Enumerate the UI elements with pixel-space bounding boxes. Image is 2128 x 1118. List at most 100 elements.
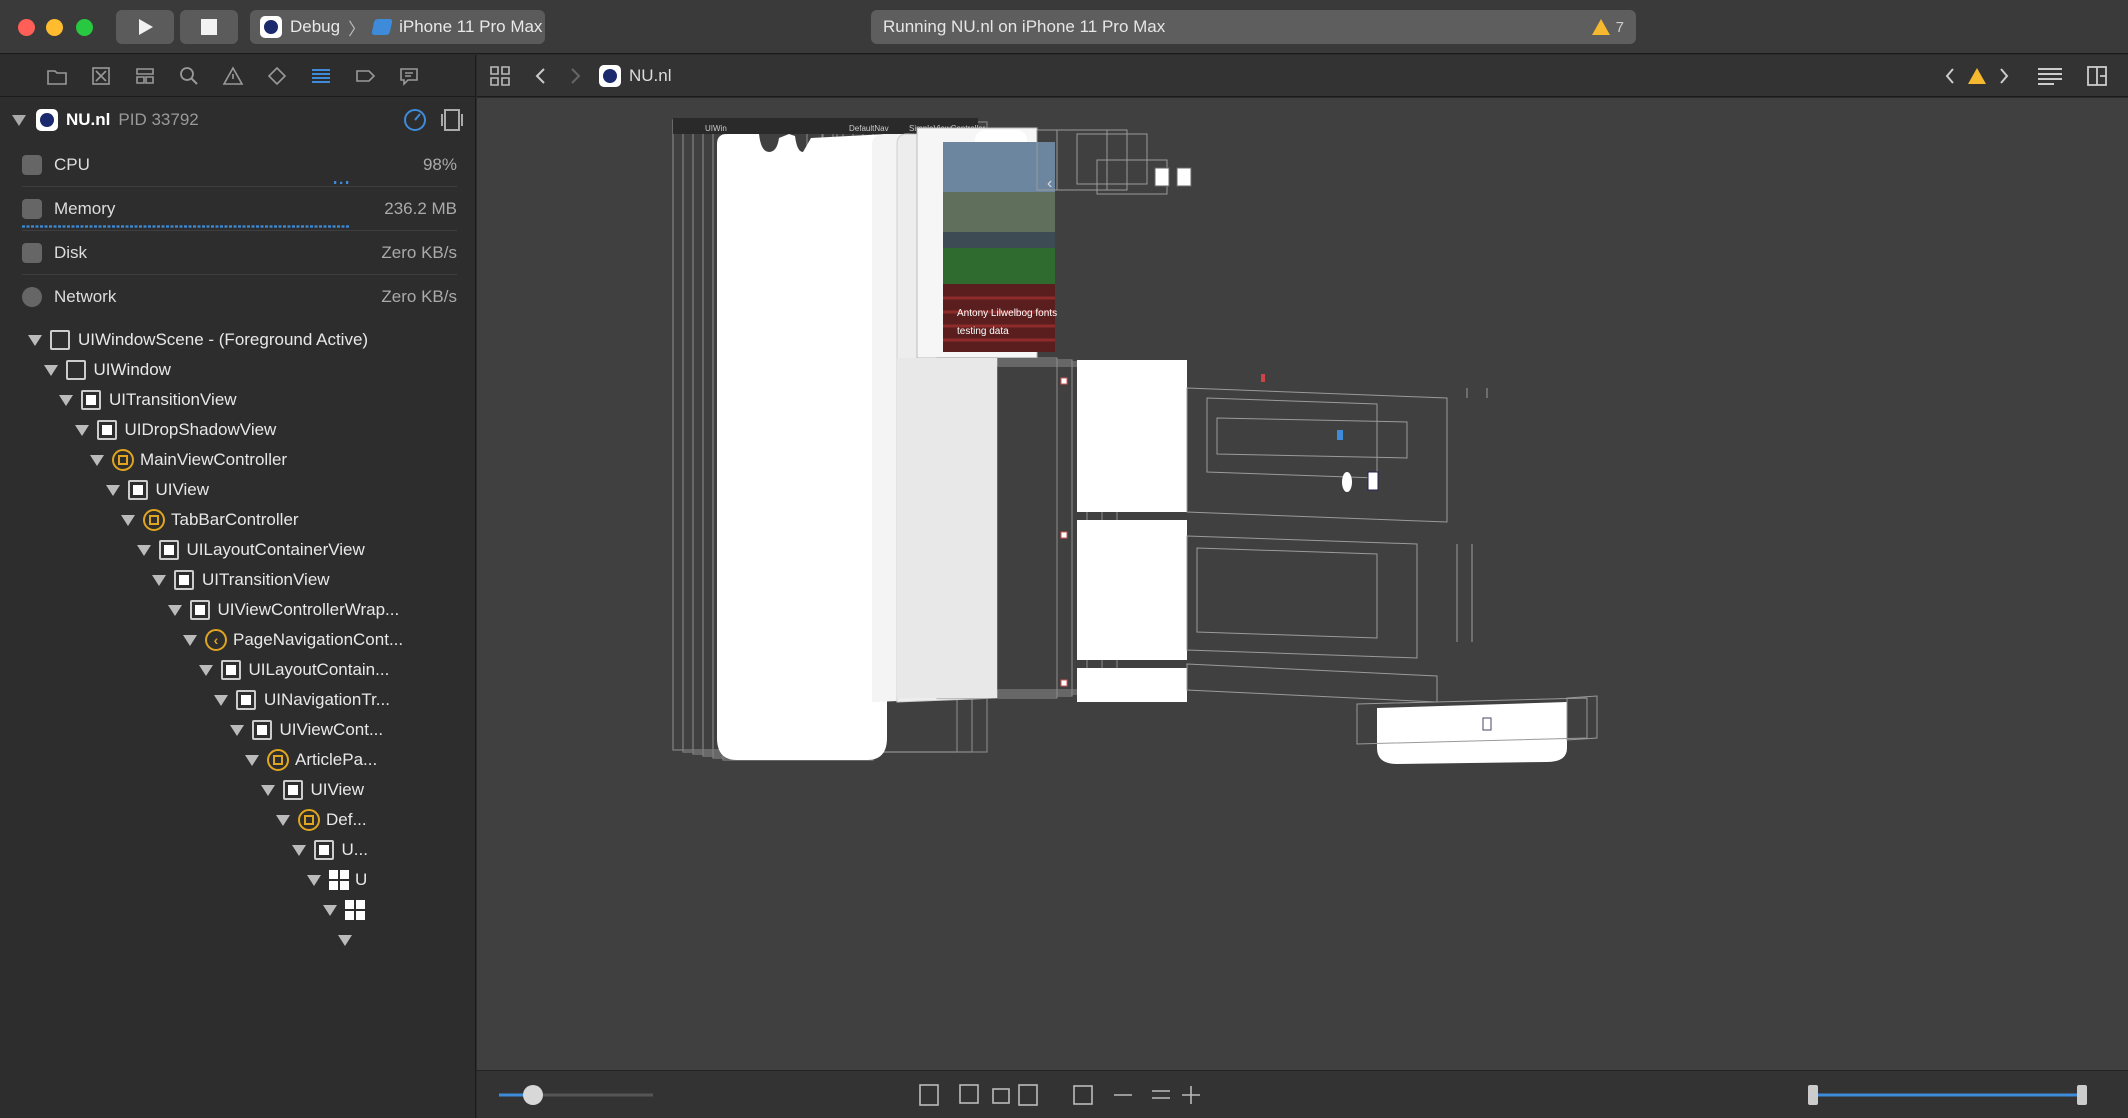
report-navigator-tab[interactable] [398, 66, 420, 86]
clip-contents-icon[interactable] [919, 1084, 939, 1106]
network-gauge[interactable]: Network Zero KB/s [22, 275, 457, 319]
hierarchy-node[interactable]: UIView [0, 475, 460, 505]
stop-button[interactable] [180, 10, 238, 44]
next-issue-icon[interactable] [1998, 66, 2010, 86]
range-slider-end-thumb[interactable] [2077, 1085, 2087, 1105]
disk-gauge[interactable]: Disk Zero KB/s [22, 231, 457, 275]
scheme-selector[interactable]: Debug 〉 iPhone 11 Pro Max [250, 10, 545, 44]
previous-issue-icon[interactable] [1944, 66, 1956, 86]
disclosure-triangle-icon[interactable] [338, 934, 352, 946]
breakpoint-navigator-tab[interactable] [354, 66, 376, 86]
hierarchy-node[interactable]: UINavigationTr... [0, 685, 460, 715]
close-window-button[interactable] [18, 19, 35, 36]
hierarchy-node[interactable]: Def... [0, 805, 460, 835]
cell-layer[interactable] [1077, 360, 1187, 512]
disclosure-triangle-icon[interactable] [28, 334, 42, 346]
hierarchy-node[interactable]: UIWindow [0, 355, 460, 385]
disclosure-triangle-icon[interactable] [136, 544, 151, 556]
hierarchy-node[interactable]: UITransitionView [0, 565, 460, 595]
disclosure-triangle-icon[interactable] [307, 874, 321, 886]
hierarchy-node[interactable]: UIDropShadowView [0, 415, 460, 445]
disclosure-triangle-icon[interactable] [198, 664, 213, 676]
hierarchy-node-label: UIViewControllerWrap... [217, 600, 400, 619]
hierarchy-node-label: ArticlePa... [295, 750, 378, 769]
tab-bar-layer[interactable] [1377, 702, 1567, 764]
cell-layer[interactable] [1077, 520, 1187, 660]
disclosure-triangle-icon[interactable] [90, 454, 104, 466]
hierarchy-node[interactable]: UILayoutContainerView [0, 535, 460, 565]
gauge-icon[interactable] [403, 108, 427, 132]
constraints-icon[interactable] [959, 1084, 979, 1104]
toggle-layer [1342, 472, 1352, 492]
warnings-indicator[interactable]: 7 [1591, 19, 1624, 36]
disclosure-triangle-icon[interactable] [121, 514, 135, 526]
disclosure-triangle-icon[interactable] [12, 114, 26, 126]
cell-layer[interactable] [1077, 668, 1187, 702]
project-navigator-tab[interactable] [46, 66, 68, 86]
view-debugger-canvas[interactable]: UIWin DefaultNav SimpleViewController An… [477, 98, 2128, 1070]
adjust-view-mode-icon[interactable] [992, 1088, 1010, 1104]
root-view-layer[interactable] [717, 134, 887, 760]
disclosure-triangle-icon[interactable] [245, 754, 259, 766]
related-items-icon[interactable] [489, 65, 511, 87]
minimize-window-button[interactable] [46, 19, 63, 36]
disclosure-triangle-icon[interactable] [167, 604, 182, 616]
hierarchy-node-label: Def... [326, 810, 367, 829]
add-editor-icon[interactable] [2086, 65, 2108, 87]
disclosure-triangle-icon[interactable] [74, 424, 89, 436]
editor-options-icon[interactable] [2036, 66, 2064, 86]
spacing-slider-thumb[interactable] [523, 1085, 543, 1105]
source-control-tab[interactable] [90, 66, 112, 86]
process-row[interactable]: NU.nl PID 33792 [0, 97, 475, 143]
scroll-view-layer[interactable] [897, 358, 997, 698]
debug-navigator-tab[interactable] [310, 66, 332, 86]
hierarchy-node[interactable]: TabBarController [0, 505, 460, 535]
disclosure-triangle-icon[interactable] [43, 364, 58, 376]
back-chevron-icon[interactable] [533, 66, 549, 86]
hierarchy-node[interactable]: UIWindowScene - (Foreground Active) [0, 325, 460, 355]
run-button[interactable] [116, 10, 174, 44]
article-image[interactable] [943, 142, 1055, 352]
hierarchy-node[interactable] [0, 895, 460, 925]
forward-chevron-icon[interactable] [567, 66, 583, 86]
cpu-gauge[interactable]: CPU 98% [22, 143, 457, 187]
test-navigator-tab[interactable] [266, 66, 288, 86]
disclosure-triangle-icon[interactable] [260, 784, 275, 796]
disclosure-triangle-icon[interactable] [59, 394, 73, 406]
gauge-label: CPU [54, 154, 90, 174]
warning-icon[interactable] [1968, 67, 1986, 84]
hierarchy-node[interactable]: ArticlePa... [0, 745, 460, 775]
hierarchy-node[interactable]: U [0, 865, 460, 895]
disclosure-triangle-icon[interactable] [322, 904, 337, 916]
hierarchy-node[interactable]: UITransitionView [0, 385, 460, 415]
layout-grid-icon[interactable] [1073, 1085, 1093, 1105]
disclosure-triangle-icon[interactable] [291, 844, 306, 856]
breadcrumb-app[interactable]: NU.nl [629, 66, 672, 86]
hierarchy-node[interactable]: UIViewControllerWrap... [0, 595, 460, 625]
disclosure-triangle-icon[interactable] [229, 724, 244, 736]
disclosure-triangle-icon[interactable] [152, 574, 166, 586]
hierarchy-node[interactable]: ‹ PageNavigationCont... [0, 625, 460, 655]
zoom-window-button[interactable] [76, 19, 93, 36]
hierarchy-node-label: UIWindowScene - (Foreground Active) [78, 330, 369, 349]
navigator-sidebar: NU.nl PID 33792 CPU 98% Memory 236.2 MB … [0, 55, 476, 1118]
hierarchy-node[interactable]: MainViewController [0, 445, 460, 475]
disclosure-triangle-icon[interactable] [183, 634, 197, 646]
hierarchy-node[interactable]: U... [0, 835, 460, 865]
memory-gauge[interactable]: Memory 236.2 MB [22, 187, 457, 231]
disclosure-triangle-icon[interactable] [276, 814, 290, 826]
orientation-icon[interactable] [1018, 1084, 1038, 1106]
hierarchy-node[interactable] [0, 925, 460, 955]
issue-navigator-tab[interactable] [222, 65, 244, 86]
hierarchy-node[interactable]: UIView [0, 775, 460, 805]
disclosure-triangle-icon[interactable] [105, 484, 120, 496]
symbol-navigator-tab[interactable] [134, 66, 156, 86]
hierarchy-node[interactable]: UILayoutContain... [0, 655, 460, 685]
view-debugger-icon[interactable] [441, 108, 463, 132]
range-slider-start-thumb[interactable] [1808, 1085, 1818, 1105]
exploded-view-layers[interactable]: UIWin DefaultNav SimpleViewController An… [477, 98, 2128, 1070]
hierarchy-node[interactable]: UIViewCont... [0, 715, 460, 745]
chevron-right-icon: 〉 [348, 19, 366, 39]
disclosure-triangle-icon[interactable] [214, 694, 228, 706]
find-navigator-tab[interactable] [178, 66, 200, 86]
